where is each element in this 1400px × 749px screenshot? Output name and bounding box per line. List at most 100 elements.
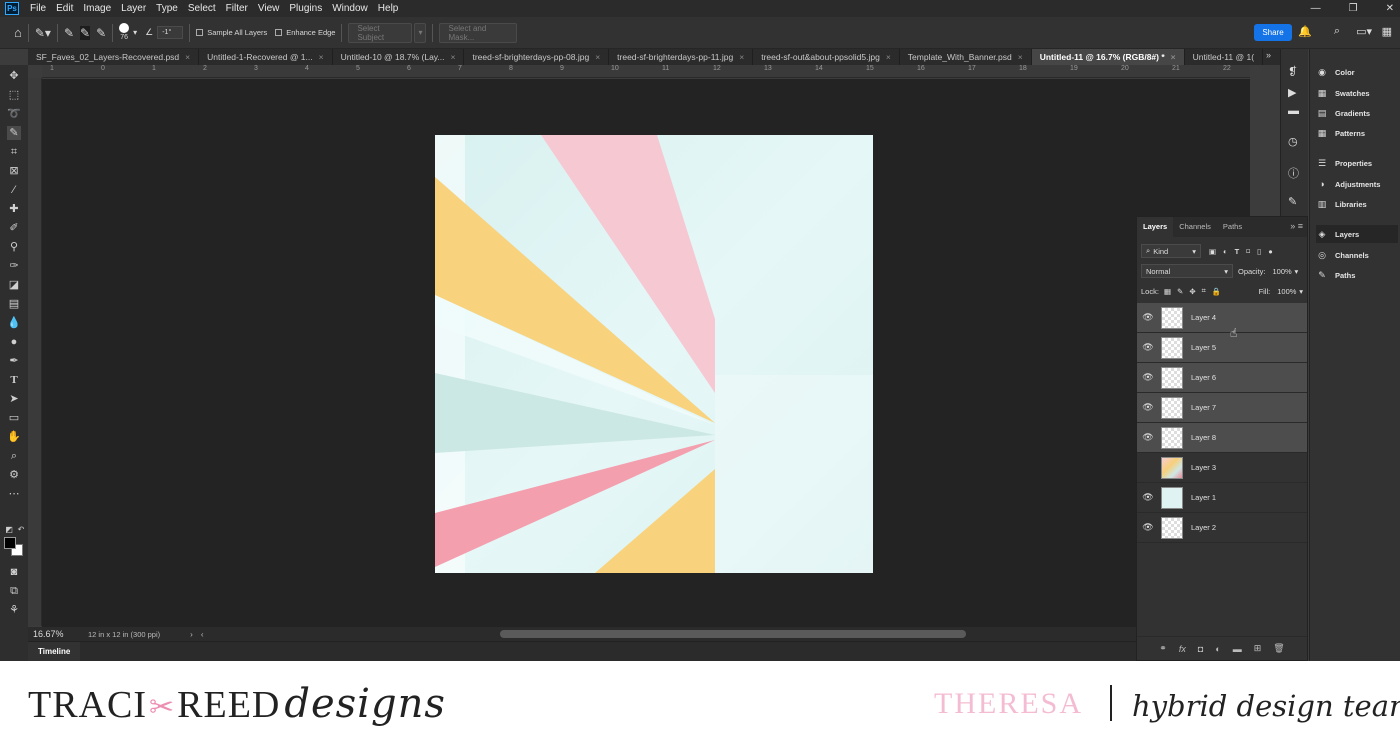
tabs-overflow-icon[interactable]: » xyxy=(1266,50,1271,60)
tab-paths[interactable]: Paths xyxy=(1217,217,1248,237)
document-tab[interactable]: treed-sf-brighterdays-pp-08.jpg × xyxy=(464,49,610,65)
comment-icon[interactable]: ▬ xyxy=(1288,105,1299,117)
menu-plugins[interactable]: Plugins xyxy=(284,0,327,17)
angle-input[interactable]: -1° xyxy=(157,26,184,39)
dock-item-gradients[interactable]: ▤ Gradients xyxy=(1316,104,1398,122)
gradient-tool-icon[interactable]: ▤ xyxy=(7,297,21,311)
filter-shape-icon[interactable]: ⌑ xyxy=(1246,247,1250,256)
layer-name[interactable]: Layer 5 xyxy=(1191,343,1216,352)
home-icon[interactable]: ⌂ xyxy=(14,25,22,40)
layer-name[interactable]: Layer 2 xyxy=(1191,523,1216,532)
dock-item-patterns[interactable]: ▦ Patterns xyxy=(1316,124,1398,142)
clone-stamp-tool-icon[interactable]: ⚲ xyxy=(7,240,21,254)
timeline-tab[interactable]: Timeline xyxy=(28,642,81,661)
visibility-eye-icon[interactable]: 👁 xyxy=(1137,462,1159,473)
history-icon[interactable]: ◷ xyxy=(1288,135,1298,148)
info-icon[interactable]: ⓘ xyxy=(1288,165,1299,181)
dodge-tool-icon[interactable]: ● xyxy=(7,335,21,349)
menu-type[interactable]: Type xyxy=(151,0,183,17)
chevron-down-icon[interactable]: ▾ xyxy=(1299,287,1303,296)
add-to-selection-icon[interactable]: ✎ xyxy=(80,25,91,40)
crop-tool-icon[interactable]: ⌗ xyxy=(7,145,21,159)
document-tab[interactable]: SF_Faves_02_Layers-Recovered.psd × xyxy=(28,49,200,65)
document-tab[interactable]: Untitled-11 @ 1( xyxy=(1185,49,1264,65)
close-tab-icon[interactable]: × xyxy=(319,49,324,65)
hand-tool-icon[interactable]: ✋ xyxy=(7,430,21,444)
dock-item-adjustments[interactable]: ◑ Adjustments xyxy=(1316,175,1398,193)
brush-settings-icon[interactable]: ✎ xyxy=(1288,195,1297,208)
tab-layers[interactable]: Layers xyxy=(1137,217,1174,237)
layer-name[interactable]: Layer 4 xyxy=(1191,313,1216,322)
menu-window[interactable]: Window xyxy=(327,0,373,17)
close-tab-icon[interactable]: × xyxy=(595,49,600,65)
menu-help[interactable]: Help xyxy=(373,0,404,17)
canvas-area[interactable] xyxy=(42,79,1250,627)
layer-row[interactable]: 👁 Layer 1 xyxy=(1137,483,1307,513)
close-tab-icon[interactable]: × xyxy=(1171,49,1176,65)
lock-transparency-icon[interactable]: ▦ xyxy=(1164,287,1171,296)
visibility-eye-icon[interactable]: 👁 xyxy=(1137,522,1159,533)
document-tab[interactable]: Untitled-1-Recovered @ 1... × xyxy=(199,49,333,65)
layer-row[interactable]: 👁 Layer 5 xyxy=(1137,333,1307,363)
filter-adjustment-icon[interactable]: ◐ xyxy=(1223,247,1228,256)
layer-name[interactable]: Layer 1 xyxy=(1191,493,1216,502)
blur-tool-icon[interactable]: 💧 xyxy=(7,316,21,330)
menu-layer[interactable]: Layer xyxy=(116,0,151,17)
layer-row[interactable]: 👁 Layer 3 xyxy=(1137,453,1307,483)
fill-input[interactable]: 100% xyxy=(1273,284,1299,298)
pen-tool-icon[interactable]: ✒ xyxy=(7,354,21,368)
close-window-icon[interactable]: ✕ xyxy=(1386,0,1394,17)
select-subject-dropdown[interactable]: ▾ xyxy=(414,22,427,43)
rectangle-tool-icon[interactable]: ▭ xyxy=(7,411,21,425)
quick-selection-tool-icon[interactable]: ✎ xyxy=(7,126,21,140)
document-tab[interactable]: Template_With_Banner.psd × xyxy=(900,49,1032,65)
more-tools-icon[interactable]: ⋯ xyxy=(7,487,21,501)
chevron-down-icon[interactable]: ▾ xyxy=(133,28,137,37)
delete-layer-icon[interactable]: 🗑 xyxy=(1273,643,1284,654)
path-selection-tool-icon[interactable]: ➤ xyxy=(7,392,21,406)
layer-name[interactable]: Layer 3 xyxy=(1191,463,1216,472)
bell-icon[interactable]: 🔔 xyxy=(1298,25,1312,38)
swap-colors-icon[interactable]: ↶ xyxy=(14,523,28,537)
minimize-icon[interactable]: — xyxy=(1311,0,1321,17)
chevron-right-icon[interactable]: › xyxy=(190,630,193,639)
opacity-input[interactable]: 100% xyxy=(1269,264,1295,278)
zoom-level[interactable]: 16.67% xyxy=(28,629,88,639)
new-layer-icon[interactable]: ⊞ xyxy=(1254,643,1262,654)
dock-item-layers[interactable]: ◈ Layers xyxy=(1316,225,1398,243)
panel-menu-icon[interactable]: » ≡ xyxy=(1290,221,1303,231)
menu-image[interactable]: Image xyxy=(78,0,116,17)
visibility-eye-icon[interactable]: 👁 xyxy=(1137,432,1159,443)
layer-row[interactable]: 👁 Layer 4 xyxy=(1137,303,1307,333)
type-tool-icon[interactable]: T xyxy=(7,373,21,387)
chevron-down-icon[interactable]: ▾ xyxy=(1295,267,1299,276)
visibility-eye-icon[interactable]: 👁 xyxy=(1137,342,1159,353)
menu-select[interactable]: Select xyxy=(183,0,221,17)
visibility-eye-icon[interactable]: 👁 xyxy=(1137,372,1159,383)
visibility-eye-icon[interactable]: 👁 xyxy=(1137,492,1159,503)
filter-toggle-icon[interactable]: ● xyxy=(1268,247,1273,256)
zoom-tool-icon[interactable]: ⌕ xyxy=(7,449,21,463)
screen-mode-icon[interactable]: ⧉ xyxy=(7,584,21,598)
brush-size-picker[interactable]: 76 xyxy=(119,23,130,42)
chevron-left-icon[interactable]: ‹ xyxy=(201,630,204,639)
new-adjustment-layer-icon[interactable]: ◐ xyxy=(1215,644,1220,654)
character-icon[interactable]: ❡ xyxy=(1288,65,1297,78)
add-mask-icon[interactable]: ◘ xyxy=(1198,644,1203,654)
menu-filter[interactable]: Filter xyxy=(221,0,253,17)
select-and-mask-button[interactable]: Select and Mask... xyxy=(439,22,518,43)
play-icon[interactable]: ▶ xyxy=(1288,86,1296,99)
eyedropper-tool-icon[interactable]: ⁄ xyxy=(7,183,21,197)
select-subject-button[interactable]: Select Subject xyxy=(348,22,413,43)
new-group-icon[interactable]: ▬ xyxy=(1233,644,1242,654)
dock-item-paths[interactable]: ✎ Paths xyxy=(1316,266,1398,284)
workspace-icon[interactable]: ▭▾ xyxy=(1356,25,1372,38)
move-tool-icon[interactable]: ✥ xyxy=(7,69,21,83)
marquee-tool-icon[interactable]: ⬚ xyxy=(7,88,21,102)
eraser-tool-icon[interactable]: ◪ xyxy=(7,278,21,292)
document-canvas[interactable] xyxy=(435,135,873,573)
document-tab[interactable]: treed-sf-out&about-ppsolid5.jpg × xyxy=(753,49,900,65)
menu-file[interactable]: File xyxy=(25,0,51,17)
close-tab-icon[interactable]: × xyxy=(1018,49,1023,65)
layer-name[interactable]: Layer 7 xyxy=(1191,403,1216,412)
